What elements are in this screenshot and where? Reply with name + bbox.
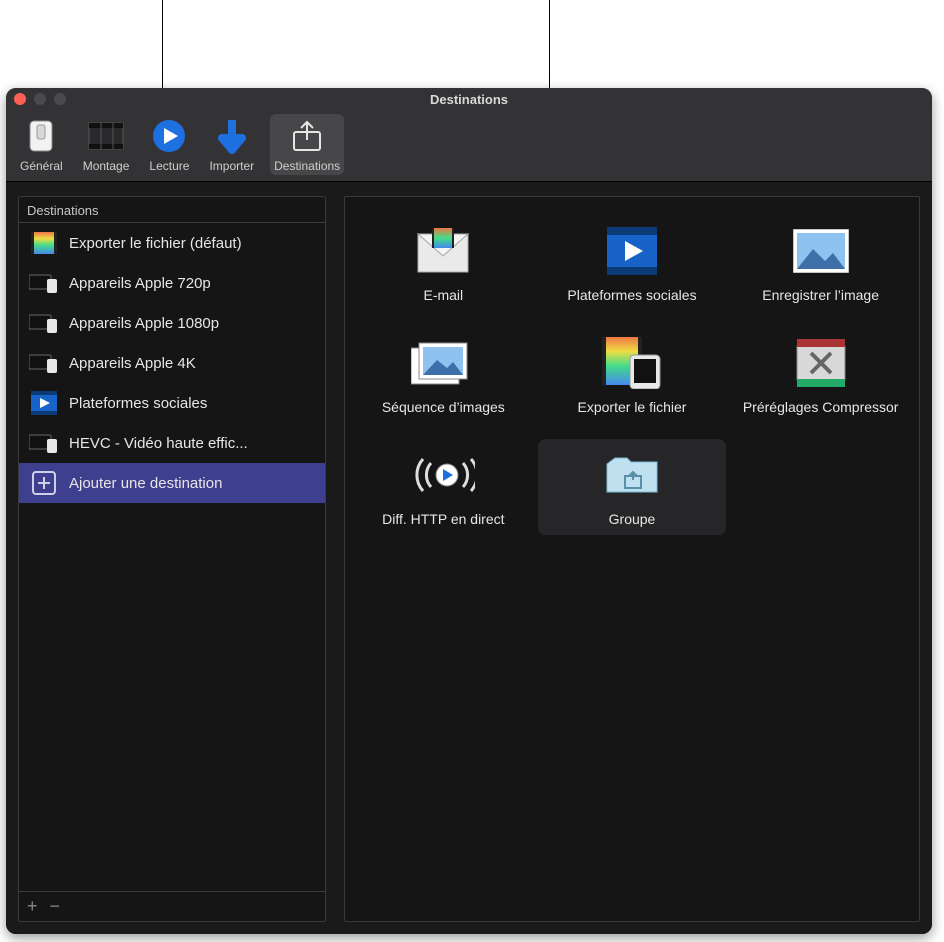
dest-label: Appareils Apple 720p (69, 275, 211, 292)
dest-social[interactable]: Plateformes sociales (19, 383, 325, 423)
titlebar: Destinations (6, 88, 932, 110)
dest-label: Ajouter une destination (69, 475, 222, 492)
template-image-seq[interactable]: Séquence d’images (349, 327, 538, 423)
share-icon (287, 116, 327, 156)
template-save-image[interactable]: Enregistrer l’image (726, 215, 915, 311)
film-play-icon (600, 223, 664, 279)
template-label: E-mail (423, 287, 463, 303)
film-device-icon (600, 335, 664, 391)
photo-icon (789, 223, 853, 279)
tab-destinations-label: Destinations (274, 159, 340, 173)
sidebar-header: Destinations (19, 197, 325, 222)
template-label: Séquence d’images (382, 399, 505, 415)
plus-box-icon (29, 471, 59, 495)
template-label: Préréglages Compressor (743, 399, 899, 415)
destination-grid: E-mail Plateformes sociales Enregistrer … (349, 215, 915, 535)
tab-lecture-label: Lecture (149, 159, 189, 173)
tab-lecture[interactable]: Lecture (145, 114, 193, 175)
switch-icon (21, 116, 61, 156)
dest-apple-1080p[interactable]: Appareils Apple 1080p (19, 303, 325, 343)
tab-montage[interactable]: Montage (79, 114, 134, 175)
window-title: Destinations (6, 92, 932, 107)
template-http-live[interactable]: Diff. HTTP en direct (349, 439, 538, 535)
template-email[interactable]: E-mail (349, 215, 538, 311)
template-label: Diff. HTTP en direct (382, 511, 504, 527)
close-window-button[interactable] (14, 93, 26, 105)
template-group[interactable]: Groupe (538, 439, 727, 535)
tab-importer[interactable]: Importer (205, 114, 258, 175)
film-icon (86, 116, 126, 156)
remove-destination-button[interactable]: − (50, 896, 61, 917)
play-icon (149, 116, 189, 156)
preferences-window: Destinations Général Montage Lecture I (6, 88, 932, 934)
devices-icon (29, 311, 59, 335)
content-area: Destinations Exporter le fichier (défaut… (6, 182, 932, 934)
download-icon (212, 116, 252, 156)
destinations-sidebar: Destinations Exporter le fichier (défaut… (18, 196, 326, 922)
destinations-list: Exporter le fichier (défaut) Appareils A… (19, 222, 325, 891)
template-export-file[interactable]: Exporter le fichier (538, 327, 727, 423)
dest-hevc[interactable]: HEVC - Vidéo haute effic... (19, 423, 325, 463)
add-destination-button[interactable]: + (27, 896, 38, 917)
dest-apple-4k[interactable]: Appareils Apple 4K (19, 343, 325, 383)
dest-add-destination[interactable]: Ajouter une destination (19, 463, 325, 503)
template-label: Plateformes sociales (567, 287, 696, 303)
minimize-window-button[interactable] (34, 93, 46, 105)
template-compressor[interactable]: Préréglages Compressor (726, 327, 915, 423)
template-social[interactable]: Plateformes sociales (538, 215, 727, 311)
mail-icon (411, 223, 475, 279)
dest-label: Plateformes sociales (69, 395, 207, 412)
broadcast-icon (411, 447, 475, 503)
tab-general-label: Général (20, 159, 63, 173)
devices-icon (29, 351, 59, 375)
destination-templates-panel: E-mail Plateformes sociales Enregistrer … (344, 196, 920, 922)
tab-general[interactable]: Général (16, 114, 67, 175)
compressor-icon (789, 335, 853, 391)
dest-export-default[interactable]: Exporter le fichier (défaut) (19, 223, 325, 263)
sidebar-footer: + − (19, 891, 325, 921)
film-color-icon (29, 231, 59, 255)
folder-share-icon (600, 447, 664, 503)
photo-stack-icon (411, 335, 475, 391)
devices-icon (29, 431, 59, 455)
tab-importer-label: Importer (209, 159, 254, 173)
traffic-lights (14, 93, 66, 105)
film-play-icon (29, 391, 59, 415)
devices-icon (29, 271, 59, 295)
dest-label: Appareils Apple 1080p (69, 315, 219, 332)
preferences-toolbar: Général Montage Lecture Importer Destina (6, 110, 932, 182)
dest-label: HEVC - Vidéo haute effic... (69, 435, 248, 452)
dest-label: Appareils Apple 4K (69, 355, 196, 372)
dest-apple-720p[interactable]: Appareils Apple 720p (19, 263, 325, 303)
template-label: Enregistrer l’image (762, 287, 879, 303)
template-label: Exporter le fichier (578, 399, 687, 415)
zoom-window-button[interactable] (54, 93, 66, 105)
tab-destinations[interactable]: Destinations (270, 114, 344, 175)
template-label: Groupe (609, 511, 656, 527)
tab-montage-label: Montage (83, 159, 130, 173)
dest-label: Exporter le fichier (défaut) (69, 235, 242, 252)
